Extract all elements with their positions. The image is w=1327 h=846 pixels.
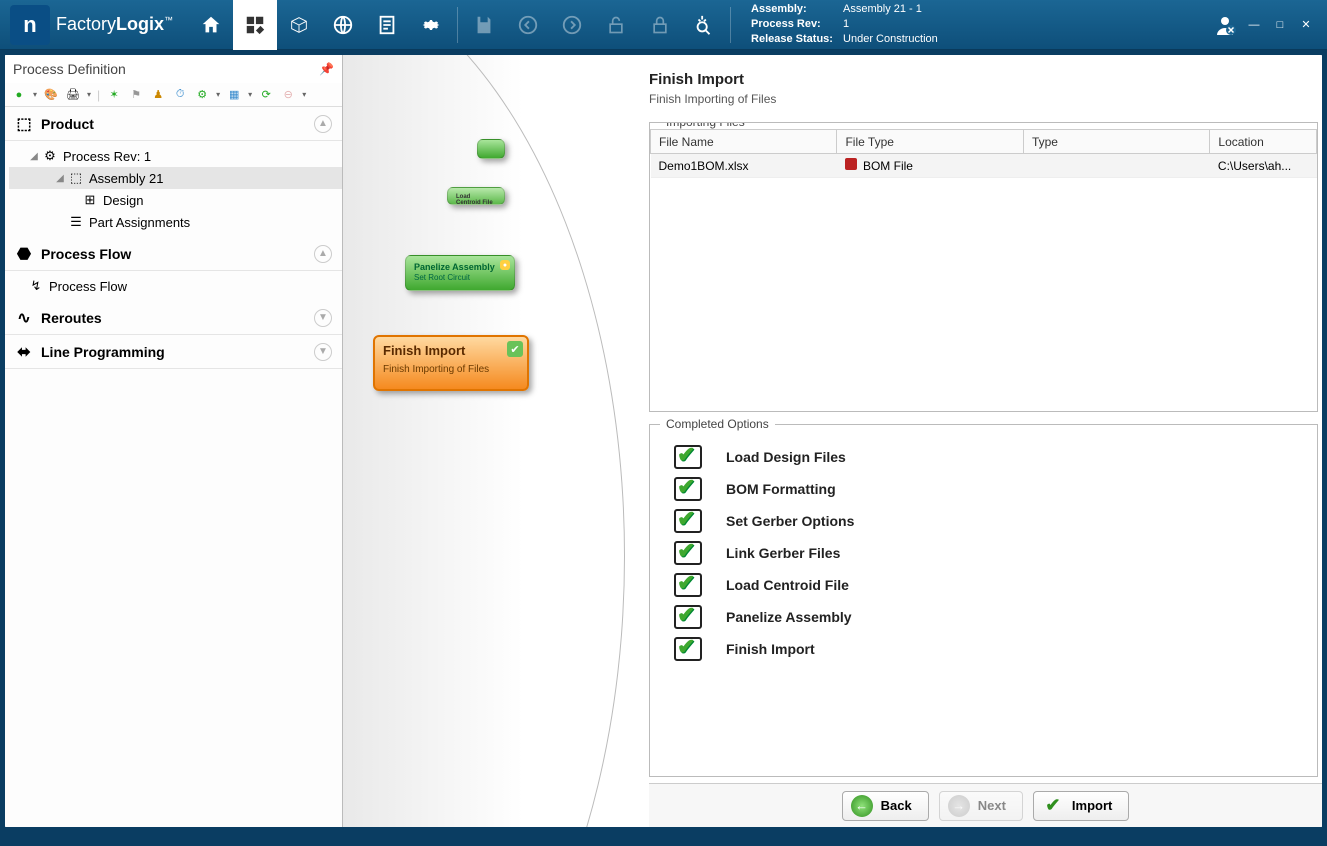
check-icon [674, 445, 702, 469]
check-icon [674, 573, 702, 597]
tree-process-flow[interactable]: ↯Process Flow [9, 275, 342, 297]
col-filetype[interactable]: File Type [837, 130, 1023, 154]
flow-small-icon: ↯ [27, 278, 45, 294]
col-location[interactable]: Location [1210, 130, 1317, 154]
next-button: →Next [939, 791, 1023, 821]
reroutes-icon: ∿ [11, 308, 37, 328]
package-icon[interactable] [277, 0, 321, 50]
app-logo-icon: n [10, 5, 50, 45]
tree-assembly[interactable]: ◢⬚Assembly 21 [9, 167, 342, 189]
minimize-button[interactable]: — [1245, 16, 1263, 34]
flag-icon[interactable]: ⚑ [128, 87, 144, 103]
importing-files-group: Importing Files File Name File Type Type… [649, 122, 1318, 412]
completed-item: BOM Formatting [674, 473, 1293, 505]
wizard-card-finish[interactable]: Finish Import Finish Importing of Files … [373, 335, 529, 391]
back-arrow-icon: ← [851, 795, 873, 817]
app-logo-text: FactoryLogix™ [56, 14, 173, 35]
inspect-icon[interactable] [682, 0, 726, 50]
assembly-icon: ⬚ [67, 170, 85, 186]
check-icon: ✔ [507, 341, 523, 357]
table-row[interactable]: Demo1BOM.xlsx BOM File C:\Users\ah... [651, 154, 1317, 178]
expand-arrow-icon[interactable]: ▼ [314, 309, 332, 327]
check-icon [674, 637, 702, 661]
parts-icon: ☰ [67, 214, 85, 230]
lock-icon[interactable] [638, 0, 682, 50]
person-icon[interactable]: ♟ [150, 87, 166, 103]
window-bottom-strip [0, 832, 1327, 846]
home-icon[interactable] [189, 0, 233, 50]
wizard-card-small[interactable] [477, 139, 505, 159]
gear-icon[interactable] [409, 0, 453, 50]
completed-item: Load Design Files [674, 441, 1293, 473]
script-icon[interactable]: ✶ [106, 87, 122, 103]
delete-icon[interactable]: ⊖ [280, 87, 296, 103]
check-icon [674, 477, 702, 501]
completed-item: Set Gerber Options [674, 505, 1293, 537]
completed-item: Load Centroid File [674, 569, 1293, 601]
check-icon [674, 605, 702, 629]
collapse-arrow-icon[interactable]: ▲ [314, 115, 332, 133]
nav-back-icon[interactable] [506, 0, 550, 50]
unlock-icon[interactable] [594, 0, 638, 50]
product-icon: ⬚ [11, 114, 37, 134]
lineprog-icon: ⬌ [11, 342, 37, 362]
page-subtitle: Finish Importing of Files [649, 92, 1322, 106]
section-product[interactable]: ⬚ Product ▲ [5, 107, 342, 141]
completed-item: Finish Import [674, 633, 1293, 665]
check-icon [674, 509, 702, 533]
top-toolbar: n FactoryLogix™ Assembly:Assembly 21 - 1… [0, 0, 1327, 50]
section-reroutes[interactable]: ∿ Reroutes ▼ [5, 301, 342, 335]
side-header: Process Definition 📌 [5, 55, 342, 83]
palette-icon[interactable]: 🎨 [43, 87, 59, 103]
files-table: File Name File Type Type Location Demo1B… [650, 129, 1317, 178]
globe-sync-icon[interactable] [321, 0, 365, 50]
side-panel: Process Definition 📌 ●▾ 🎨 🖨▾ | ✶ ⚑ ♟ ⏱ ⚙… [5, 55, 343, 827]
back-button[interactable]: ←Back [842, 791, 929, 821]
tree-process-rev[interactable]: ◢⚙Process Rev: 1 [9, 145, 342, 167]
save-icon[interactable] [462, 0, 506, 50]
timer-icon[interactable]: ⏱ [172, 87, 188, 103]
refresh-icon[interactable]: ⟳ [258, 87, 274, 103]
detail-header: Finish Import Finish Importing of Files [649, 67, 1322, 116]
nav-forward-icon[interactable] [550, 0, 594, 50]
side-toolbar: ●▾ 🎨 🖨▾ | ✶ ⚑ ♟ ⏱ ⚙▾ ▦▾ ⟳ ⊖▾ [5, 83, 342, 107]
col-type[interactable]: Type [1023, 130, 1209, 154]
print-icon[interactable]: 🖨 [65, 87, 81, 103]
collapse-arrow-icon[interactable]: ▲ [314, 245, 332, 263]
flow-icon: ⬣ [11, 244, 37, 264]
gear-small-icon: ⚙ [41, 148, 59, 164]
add-icon[interactable]: ● [11, 87, 27, 103]
status-block: Assembly:Assembly 21 - 1 Process Rev:1 R… [751, 2, 938, 47]
tree-part-assignments[interactable]: ☰Part Assignments [9, 211, 342, 233]
wizard-canvas: Load Centroid File Panelize Assembly Set… [343, 55, 643, 827]
tree-design[interactable]: ⊞Design [9, 189, 342, 211]
wizard-footer: ←Back →Next ✔Import [649, 783, 1322, 827]
wizard-card-panelize[interactable]: Panelize Assembly Set Root Circuit ● [405, 255, 515, 291]
import-button[interactable]: ✔Import [1033, 791, 1129, 821]
user-icon[interactable] [1213, 13, 1237, 37]
layers-icon[interactable]: ▦ [226, 87, 242, 103]
tools-icon[interactable]: ⚙ [194, 87, 210, 103]
expand-arrow-icon[interactable]: ▼ [314, 343, 332, 361]
section-line-programming[interactable]: ⬌ Line Programming ▼ [5, 335, 342, 369]
maximize-button[interactable]: □ [1271, 16, 1289, 34]
section-process-flow[interactable]: ⬣ Process Flow ▲ [5, 237, 342, 271]
completed-options-group: Completed Options Load Design Files BOM … [649, 424, 1318, 777]
next-arrow-icon: → [948, 795, 970, 817]
close-button[interactable]: ✕ [1297, 16, 1315, 34]
import-check-icon: ✔ [1042, 795, 1064, 817]
document-icon[interactable] [365, 0, 409, 50]
check-icon: ● [500, 260, 510, 270]
completed-item: Link Gerber Files [674, 537, 1293, 569]
bom-file-icon [845, 158, 857, 170]
wizard-card-centroid[interactable]: Load Centroid File [447, 187, 505, 205]
grid-edit-icon[interactable] [233, 0, 277, 50]
check-icon [674, 541, 702, 565]
page-title: Finish Import [649, 71, 1322, 88]
col-filename[interactable]: File Name [651, 130, 837, 154]
completed-item: Panelize Assembly [674, 601, 1293, 633]
pin-icon[interactable]: 📌 [319, 62, 334, 76]
design-icon: ⊞ [81, 192, 99, 208]
